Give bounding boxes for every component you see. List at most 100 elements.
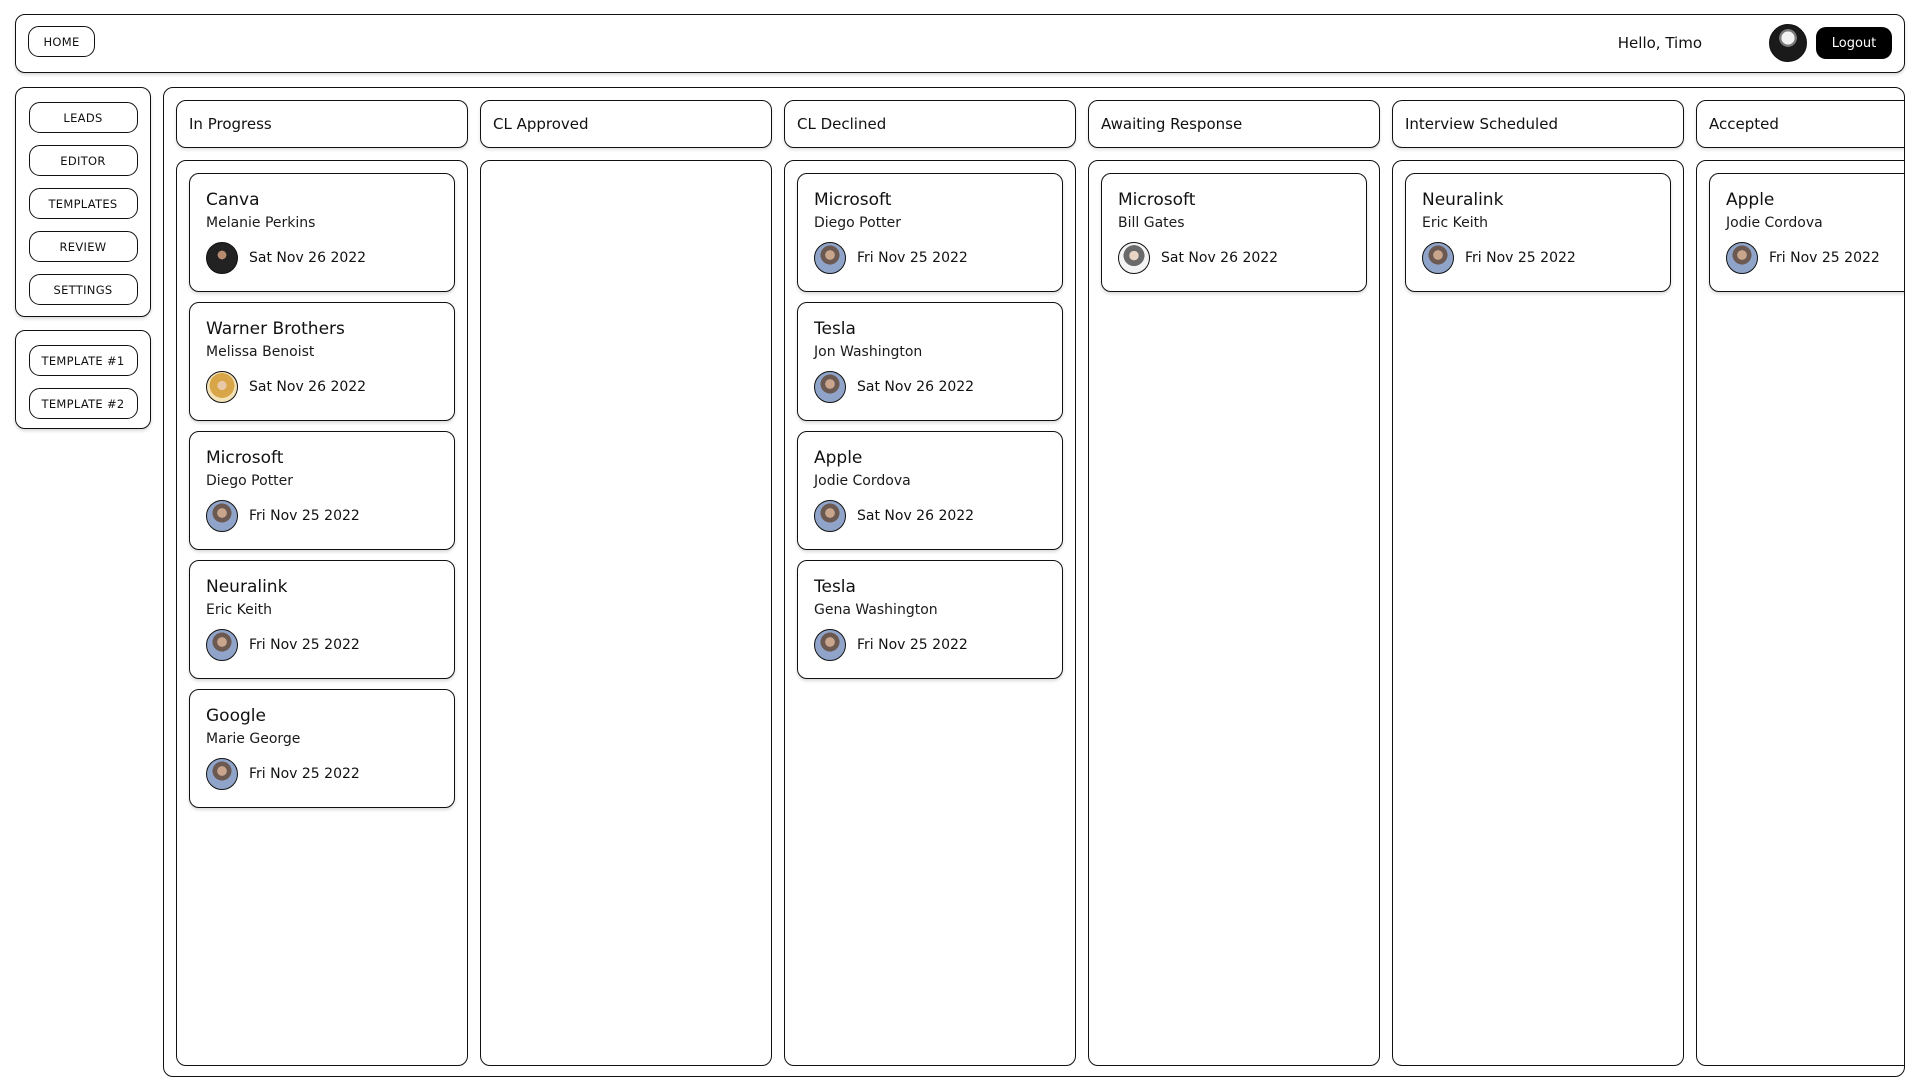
card-date: Fri Nov 25 2022	[1465, 250, 1576, 266]
kanban-column: CL Declined Microsoft Diego Potter Fri Nov …	[784, 100, 1076, 1066]
contact-avatar	[1118, 242, 1150, 274]
card-company: Canva	[206, 190, 260, 210]
card-contact: Marie George	[206, 731, 301, 747]
kanban-column: In Progress Canva Melanie Perkins Sat Nov 2…	[176, 100, 468, 1066]
card-meta: Fri Nov 25 2022	[206, 758, 438, 790]
kanban-column: Interview Scheduled Neuralink Eric Keith Fr…	[1392, 100, 1684, 1066]
top-bar: HOME Hello, Timo Logout	[15, 14, 1905, 73]
column-header: CL Approved	[480, 100, 772, 148]
lead-card[interactable]: Tesla Jon Washington Sat Nov 26 2022	[797, 302, 1063, 421]
card-meta: Sat Nov 26 2022	[206, 242, 438, 274]
lead-card[interactable]: Neuralink Eric Keith Fri Nov 25 2022	[1405, 173, 1671, 292]
sidebar-item-leads[interactable]: LEADS	[28, 102, 138, 133]
card-meta: Sat Nov 26 2022	[206, 371, 438, 403]
card-contact: Eric Keith	[1422, 215, 1488, 231]
column-drop-zone[interactable]: Apple Jodie Cordova Fri Nov 25 2022	[1696, 160, 1904, 1066]
contact-avatar	[1422, 242, 1454, 274]
template-1-button[interactable]: TEMPLATE #1	[28, 345, 138, 376]
kanban-board: In Progress Canva Melanie Perkins Sat Nov 2…	[163, 87, 1905, 1077]
card-date: Sat Nov 26 2022	[857, 379, 975, 395]
card-company: Warner Brothers	[206, 319, 345, 339]
lead-card[interactable]: Microsoft Bill Gates Sat Nov 26 2022	[1101, 173, 1367, 292]
logout-button[interactable]: Logout	[1816, 27, 1892, 59]
card-date: Fri Nov 25 2022	[249, 508, 360, 524]
kanban-column: Awaiting Response Microsoft Bill Gates Sat …	[1088, 100, 1380, 1066]
sidebar-item-review[interactable]: REVIEW	[28, 231, 138, 262]
column-header: Interview Scheduled	[1392, 100, 1684, 148]
lead-card[interactable]: Microsoft Diego Potter Fri Nov 25 2022	[797, 173, 1063, 292]
card-company: Apple	[814, 448, 863, 468]
card-contact: Diego Potter	[206, 473, 294, 489]
card-contact: Melissa Benoist	[206, 344, 315, 360]
card-date: Fri Nov 25 2022	[249, 637, 360, 653]
card-date: Fri Nov 25 2022	[1769, 250, 1880, 266]
contact-avatar	[814, 500, 846, 532]
card-date: Fri Nov 25 2022	[857, 637, 968, 653]
column-header: Accepted	[1696, 100, 1904, 148]
user-greeting: Hello, Timo	[1617, 34, 1702, 52]
template-2-button[interactable]: TEMPLATE #2	[28, 388, 138, 419]
card-date: Sat Nov 26 2022	[249, 379, 367, 395]
card-date: Sat Nov 26 2022	[249, 250, 367, 266]
column-drop-zone[interactable]: Microsoft Bill Gates Sat Nov 26 2022	[1088, 160, 1380, 1066]
column-header: CL Declined	[784, 100, 1076, 148]
contact-avatar	[206, 242, 238, 274]
kanban-column: Accepted Apple Jodie Cordova Fri Nov 25 202…	[1696, 100, 1904, 1066]
sidebar-nav: LEADS EDITOR TEMPLATES REVIEW SETTINGS	[15, 87, 151, 317]
lead-card[interactable]: Apple Jodie Cordova Fri Nov 25 2022	[1709, 173, 1904, 292]
card-contact: Bill Gates	[1118, 215, 1185, 231]
card-date: Fri Nov 25 2022	[249, 766, 360, 782]
lead-card[interactable]: Apple Jodie Cordova Sat Nov 26 2022	[797, 431, 1063, 550]
lead-card[interactable]: Google Marie George Fri Nov 25 2022	[189, 689, 455, 808]
card-company: Neuralink	[206, 577, 288, 597]
home-button[interactable]: HOME	[28, 26, 95, 57]
card-meta: Fri Nov 25 2022	[206, 629, 438, 661]
card-company: Neuralink	[1422, 190, 1504, 210]
sidebar-item-editor[interactable]: EDITOR	[28, 145, 138, 176]
user-avatar[interactable]	[1769, 24, 1807, 62]
card-contact: Jon Washington	[814, 344, 923, 360]
card-company: Apple	[1726, 190, 1775, 210]
lead-card[interactable]: Microsoft Diego Potter Fri Nov 25 2022	[189, 431, 455, 550]
card-meta: Fri Nov 25 2022	[1726, 242, 1904, 274]
contact-avatar	[206, 758, 238, 790]
card-company: Tesla	[814, 319, 856, 339]
lead-card[interactable]: Canva Melanie Perkins Sat Nov 26 2022	[189, 173, 455, 292]
lead-card[interactable]: Tesla Gena Washington Fri Nov 25 2022	[797, 560, 1063, 679]
contact-avatar	[814, 629, 846, 661]
card-company: Microsoft	[1118, 190, 1196, 210]
column-drop-zone[interactable]: Canva Melanie Perkins Sat Nov 26 2022 Warne…	[176, 160, 468, 1066]
column-drop-zone[interactable]	[480, 160, 772, 1066]
card-contact: Jodie Cordova	[1726, 215, 1823, 231]
lead-card[interactable]: Warner Brothers Melissa Benoist Sat Nov 26…	[189, 302, 455, 421]
sidebar-item-templates[interactable]: TEMPLATES	[28, 188, 138, 219]
card-contact: Eric Keith	[206, 602, 272, 618]
card-company: Google	[206, 706, 266, 726]
card-company: Microsoft	[206, 448, 284, 468]
column-header: In Progress	[176, 100, 468, 148]
contact-avatar	[814, 371, 846, 403]
column-drop-zone[interactable]: Microsoft Diego Potter Fri Nov 25 2022 Tesl…	[784, 160, 1076, 1066]
kanban-column: CL Approved	[480, 100, 772, 1066]
contact-avatar	[814, 242, 846, 274]
card-company: Microsoft	[814, 190, 892, 210]
lead-card[interactable]: Neuralink Eric Keith Fri Nov 25 2022	[189, 560, 455, 679]
card-date: Sat Nov 26 2022	[1161, 250, 1279, 266]
card-contact: Gena Washington	[814, 602, 938, 618]
card-meta: Fri Nov 25 2022	[1422, 242, 1654, 274]
card-date: Fri Nov 25 2022	[857, 250, 968, 266]
card-meta: Sat Nov 26 2022	[1118, 242, 1350, 274]
contact-avatar	[206, 629, 238, 661]
card-company: Tesla	[814, 577, 856, 597]
card-contact: Diego Potter	[814, 215, 902, 231]
column-drop-zone[interactable]: Neuralink Eric Keith Fri Nov 25 2022	[1392, 160, 1684, 1066]
card-contact: Jodie Cordova	[814, 473, 911, 489]
column-header: Awaiting Response	[1088, 100, 1380, 148]
card-meta: Fri Nov 25 2022	[206, 500, 438, 532]
contact-avatar	[206, 371, 238, 403]
contact-avatar	[206, 500, 238, 532]
sidebar-templates: TEMPLATE #1 TEMPLATE #2	[15, 330, 151, 429]
sidebar-item-settings[interactable]: SETTINGS	[28, 274, 138, 305]
card-meta: Sat Nov 26 2022	[814, 500, 1046, 532]
card-contact: Melanie Perkins	[206, 215, 316, 231]
